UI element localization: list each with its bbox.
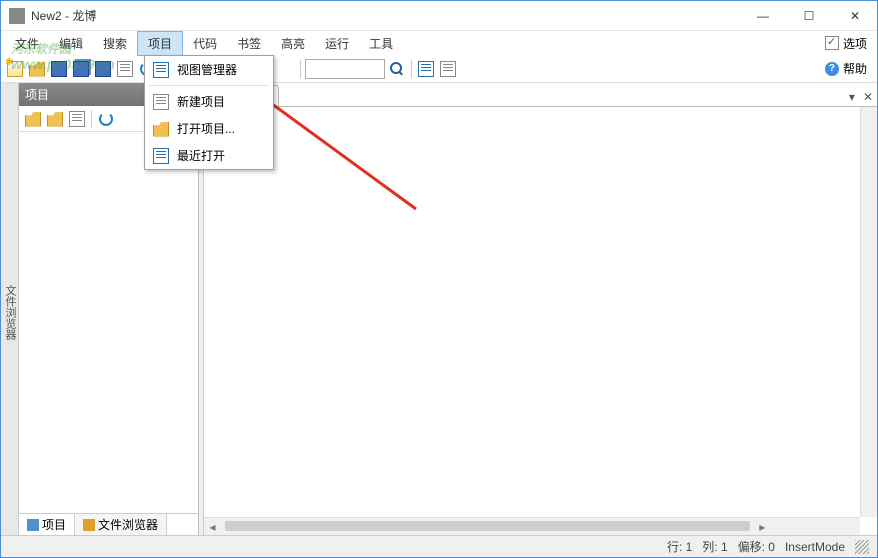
open-file-button[interactable] xyxy=(27,59,47,79)
scroll-thumb[interactable] xyxy=(225,521,750,531)
menu-view-manager[interactable]: 视图管理器 xyxy=(145,56,273,83)
help-icon: ? xyxy=(825,62,839,76)
side-refresh-button[interactable] xyxy=(96,109,116,129)
new-project-icon xyxy=(153,94,169,110)
sidebar-tree[interactable] xyxy=(19,132,198,513)
menu-new-project[interactable]: 新建项目 xyxy=(145,88,273,115)
minimize-button[interactable]: — xyxy=(749,6,777,26)
menu-tool[interactable]: 工具 xyxy=(359,32,403,55)
save-button[interactable] xyxy=(49,59,69,79)
menu-project[interactable]: 项目 xyxy=(137,31,183,56)
window-title: New2 - 龙博 xyxy=(31,7,749,24)
sidebar-tab-file-browser[interactable]: 文件浏览器 xyxy=(75,514,167,535)
toolbar-button-view[interactable] xyxy=(438,59,458,79)
folder-icon xyxy=(25,111,41,127)
search-input[interactable] xyxy=(305,59,385,79)
doc-icon xyxy=(69,111,85,127)
list-icon xyxy=(418,61,434,77)
new-file-icon xyxy=(7,61,23,77)
vertical-tab-file-browser[interactable]: 文件浏览器 xyxy=(1,83,19,535)
view-manager-icon xyxy=(153,62,169,78)
menubar: 文件 编辑 搜索 项目 代码 书签 高亮 运行 工具 选项 xyxy=(1,31,877,55)
status-mode: InsertMode xyxy=(785,540,845,554)
options-button[interactable]: 选项 xyxy=(819,33,873,54)
statusbar: 行: 1 列: 1 偏移: 0 InsertMode xyxy=(1,535,877,557)
editor-content[interactable]: ◂ ▸ xyxy=(204,107,877,535)
open-folder-icon xyxy=(29,61,45,77)
scroll-right-icon[interactable]: ▸ xyxy=(754,518,771,535)
status-line: 行: 1 xyxy=(667,538,692,555)
resize-grip-icon[interactable] xyxy=(855,540,869,554)
save-all-button[interactable] xyxy=(71,59,91,79)
tab-dropdown-button[interactable]: ▾ xyxy=(845,88,859,106)
status-col: 列: 1 xyxy=(702,538,727,555)
maximize-button[interactable]: ☐ xyxy=(795,6,823,26)
tab-close-button[interactable]: ✕ xyxy=(859,88,877,106)
toolbar-button-ab[interactable] xyxy=(416,59,436,79)
menu-code[interactable]: 代码 xyxy=(183,32,227,55)
new-file-button[interactable] xyxy=(5,59,25,79)
toolbar-button-5[interactable] xyxy=(93,59,113,79)
status-offset: 偏移: 0 xyxy=(738,538,775,555)
open-project-icon xyxy=(153,121,169,137)
toolbar-button-6[interactable] xyxy=(115,59,135,79)
view-icon xyxy=(440,61,456,77)
toolbar: ? 帮助 xyxy=(1,55,877,83)
scroll-left-icon[interactable]: ◂ xyxy=(204,518,221,535)
menu-search[interactable]: 搜索 xyxy=(93,32,137,55)
search-icon xyxy=(390,62,404,76)
menu-highlight[interactable]: 高亮 xyxy=(271,32,315,55)
side-open-button[interactable] xyxy=(45,109,65,129)
editor-area: New2 ▾ ✕ ◂ ▸ xyxy=(204,83,877,535)
refresh-icon xyxy=(99,112,113,126)
menu-bookmark[interactable]: 书签 xyxy=(227,32,271,55)
project-tree-icon xyxy=(27,519,39,531)
vertical-scrollbar[interactable] xyxy=(860,107,877,517)
app-icon xyxy=(9,8,25,24)
menu-run[interactable]: 运行 xyxy=(315,32,359,55)
help-button[interactable]: ? 帮助 xyxy=(819,58,873,79)
close-button[interactable]: ✕ xyxy=(841,6,869,26)
disk-icon xyxy=(95,61,111,77)
project-menu-dropdown: 视图管理器 新建项目 打开项目... 最近打开 xyxy=(144,55,274,170)
recent-open-icon xyxy=(153,148,169,164)
side-new-button[interactable] xyxy=(23,109,43,129)
sidebar-tab-project[interactable]: 项目 xyxy=(19,514,75,535)
save-all-icon xyxy=(73,61,89,77)
menu-edit[interactable]: 编辑 xyxy=(49,32,93,55)
side-view-button[interactable] xyxy=(67,109,87,129)
save-icon xyxy=(51,61,67,77)
menu-open-project[interactable]: 打开项目... xyxy=(145,115,273,142)
folder-icon xyxy=(47,111,63,127)
menu-file[interactable]: 文件 xyxy=(5,32,49,55)
search-button[interactable] xyxy=(387,59,407,79)
file-browser-icon xyxy=(83,519,95,531)
horizontal-scrollbar[interactable]: ◂ ▸ xyxy=(204,517,860,535)
options-icon xyxy=(825,36,839,50)
document-icon xyxy=(117,61,133,77)
menu-recent-open[interactable]: 最近打开 xyxy=(145,142,273,169)
